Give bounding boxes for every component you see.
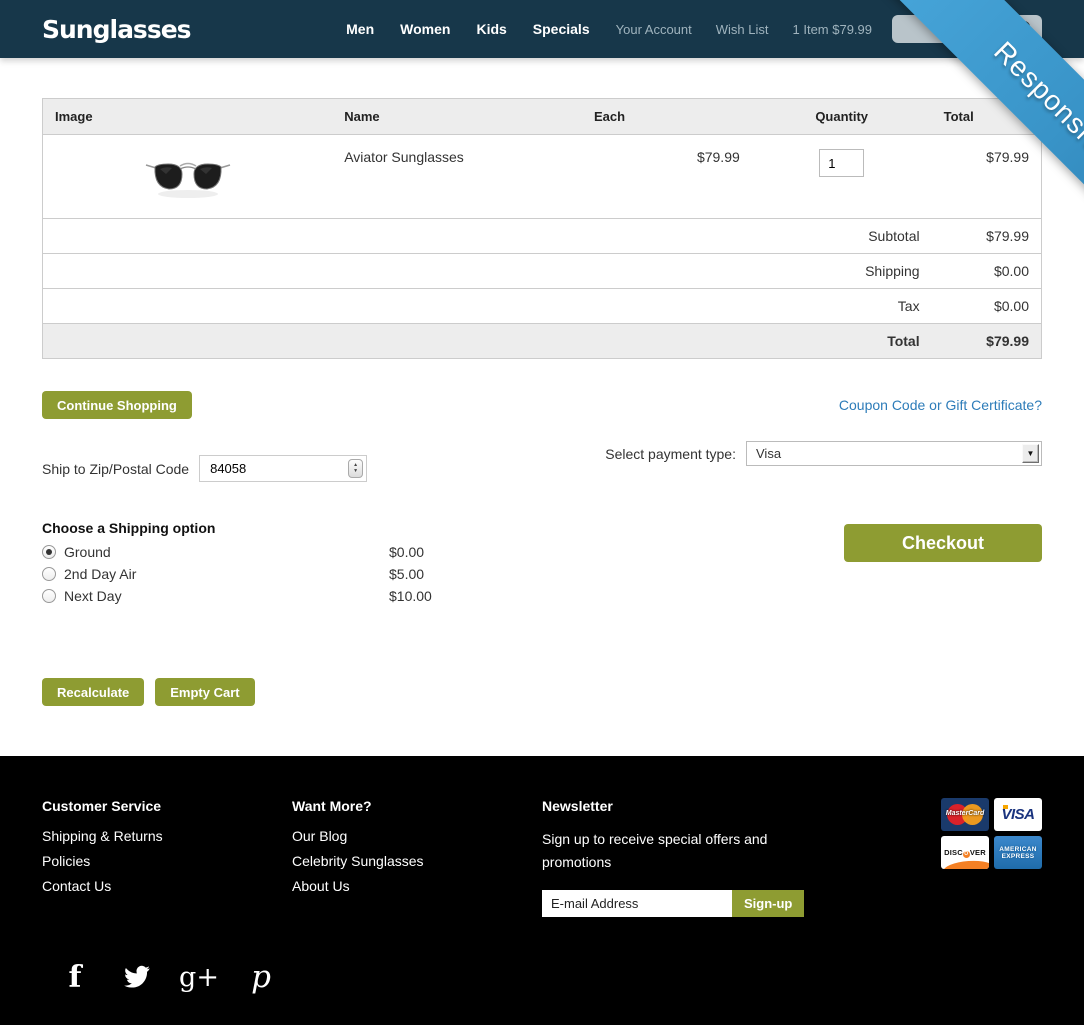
subtotal-value: $79.99 bbox=[932, 219, 1042, 254]
google-plus-icon[interactable]: g+ bbox=[184, 962, 214, 993]
shipping-option-label[interactable]: 2nd Day Air bbox=[64, 566, 389, 582]
radio-ground[interactable] bbox=[42, 545, 56, 559]
shipping-option-next-day: Next Day $10.00 bbox=[42, 588, 432, 604]
recalculate-button[interactable]: Recalculate bbox=[42, 678, 144, 706]
cart-page: Image Name Each Quantity Total bbox=[0, 58, 1084, 756]
product-total-price: $79.99 bbox=[932, 135, 1042, 219]
shipping-row: Shipping $0.00 bbox=[43, 254, 1042, 289]
social-links: f g+ p bbox=[42, 959, 1042, 995]
american-express-icon: AMERICAN EXPRESS bbox=[994, 836, 1042, 869]
main-nav: Men Women Kids Specials Your Account Wis… bbox=[346, 21, 872, 37]
zip-stepper[interactable]: ▲ ▼ bbox=[348, 459, 363, 478]
zip-label: Ship to Zip/Postal Code bbox=[42, 461, 189, 477]
site-footer: Customer Service Shipping & Returns Poli… bbox=[0, 756, 1084, 1025]
col-header-each: Each bbox=[582, 99, 752, 135]
nav-item-specials[interactable]: Specials bbox=[533, 21, 590, 37]
footer-newsletter: Newsletter Sign up to receive special of… bbox=[542, 798, 842, 917]
shipping-option-price: $5.00 bbox=[389, 566, 424, 582]
footer-column-title: Customer Service bbox=[42, 798, 292, 814]
nav-item-your-account[interactable]: Your Account bbox=[616, 22, 692, 37]
shipping-option-price: $0.00 bbox=[389, 544, 424, 560]
cart-table: Image Name Each Quantity Total bbox=[42, 98, 1042, 359]
checkout-button[interactable]: Checkout bbox=[844, 524, 1042, 562]
footer-link-celebrity-sunglasses[interactable]: Celebrity Sunglasses bbox=[292, 853, 542, 869]
accepted-cards: MasterCard VISA DISCOVER AMERICAN EXPRES… bbox=[941, 798, 1042, 869]
nav-item-women[interactable]: Women bbox=[400, 21, 450, 37]
radio-next-day[interactable] bbox=[42, 589, 56, 603]
twitter-icon[interactable] bbox=[122, 965, 152, 989]
shipping-option-label[interactable]: Ground bbox=[64, 544, 389, 560]
tax-row: Tax $0.00 bbox=[43, 289, 1042, 324]
subtotal-label: Subtotal bbox=[43, 219, 932, 254]
col-header-quantity: Quantity bbox=[752, 99, 932, 135]
footer-link-about-us[interactable]: About Us bbox=[292, 878, 542, 894]
newsletter-title: Newsletter bbox=[542, 798, 842, 814]
footer-customer-service: Customer Service Shipping & Returns Poli… bbox=[42, 798, 292, 903]
nav-item-cart-summary[interactable]: 1 Item $79.99 bbox=[793, 22, 873, 37]
product-name[interactable]: Aviator Sunglasses bbox=[332, 135, 582, 219]
shipping-label: Shipping bbox=[43, 254, 932, 289]
zip-input[interactable] bbox=[199, 455, 367, 482]
payment-type-select[interactable]: Visa ▼ bbox=[746, 441, 1042, 466]
total-row: Total $79.99 bbox=[43, 324, 1042, 359]
footer-link-shipping-returns[interactable]: Shipping & Returns bbox=[42, 828, 292, 844]
nav-item-men[interactable]: Men bbox=[346, 21, 374, 37]
footer-want-more: Want More? Our Blog Celebrity Sunglasses… bbox=[292, 798, 542, 903]
select-dropdown-icon[interactable]: ▼ bbox=[1022, 444, 1039, 463]
nav-item-wish-list[interactable]: Wish List bbox=[716, 22, 769, 37]
shipping-option-2nd-day-air: 2nd Day Air $5.00 bbox=[42, 566, 432, 582]
col-header-image: Image bbox=[43, 99, 333, 135]
nav-item-kids[interactable]: Kids bbox=[476, 21, 506, 37]
site-logo[interactable]: Sunglasses bbox=[42, 15, 191, 44]
top-navbar: Sunglasses Men Women Kids Specials Your … bbox=[0, 0, 1084, 58]
footer-column-title: Want More? bbox=[292, 798, 542, 814]
shipping-option-ground: Ground $0.00 bbox=[42, 544, 432, 560]
newsletter-text: Sign up to receive special offers and pr… bbox=[542, 828, 777, 874]
cart-item-row: Aviator Sunglasses $79.99 $79.99 bbox=[43, 135, 1042, 219]
subtotal-row: Subtotal $79.99 bbox=[43, 219, 1042, 254]
footer-link-our-blog[interactable]: Our Blog bbox=[292, 828, 542, 844]
search-input[interactable] bbox=[892, 15, 1042, 43]
pinterest-icon[interactable]: p bbox=[246, 959, 276, 995]
shipping-value: $0.00 bbox=[932, 254, 1042, 289]
col-header-name: Name bbox=[332, 99, 582, 135]
product-each-price: $79.99 bbox=[582, 135, 752, 219]
footer-link-policies[interactable]: Policies bbox=[42, 853, 292, 869]
search-icon[interactable] bbox=[1018, 20, 1034, 39]
cart-header-row: Image Name Each Quantity Total bbox=[43, 99, 1042, 135]
tax-value: $0.00 bbox=[932, 289, 1042, 324]
stepper-down-icon[interactable]: ▼ bbox=[353, 469, 358, 475]
quantity-input[interactable] bbox=[819, 149, 864, 177]
total-value: $79.99 bbox=[932, 324, 1042, 359]
tax-label: Tax bbox=[43, 289, 932, 324]
continue-shopping-button[interactable]: Continue Shopping bbox=[42, 391, 192, 419]
facebook-icon[interactable]: f bbox=[60, 960, 90, 995]
coupon-code-link[interactable]: Coupon Code or Gift Certificate? bbox=[839, 397, 1042, 413]
visa-icon: VISA bbox=[994, 798, 1042, 831]
product-image-cell bbox=[43, 135, 333, 219]
discover-icon: DISCOVER bbox=[941, 836, 989, 869]
shipping-option-label[interactable]: Next Day bbox=[64, 588, 389, 604]
payment-type-value: Visa bbox=[756, 446, 781, 461]
shipping-options-title: Choose a Shipping option bbox=[42, 520, 432, 536]
shipping-option-price: $10.00 bbox=[389, 588, 432, 604]
newsletter-email-input[interactable] bbox=[542, 890, 732, 917]
total-label: Total bbox=[43, 324, 932, 359]
radio-2nd-day-air[interactable] bbox=[42, 567, 56, 581]
mastercard-icon: MasterCard bbox=[941, 798, 989, 831]
footer-link-contact-us[interactable]: Contact Us bbox=[42, 878, 292, 894]
col-header-total: Total bbox=[932, 99, 1042, 135]
payment-type-label: Select payment type: bbox=[605, 446, 736, 462]
shipping-options-group: Choose a Shipping option Ground $0.00 2n… bbox=[42, 520, 432, 610]
newsletter-signup-button[interactable]: Sign-up bbox=[732, 890, 804, 917]
aviator-sunglasses-image[interactable] bbox=[142, 188, 234, 204]
empty-cart-button[interactable]: Empty Cart bbox=[155, 678, 254, 706]
